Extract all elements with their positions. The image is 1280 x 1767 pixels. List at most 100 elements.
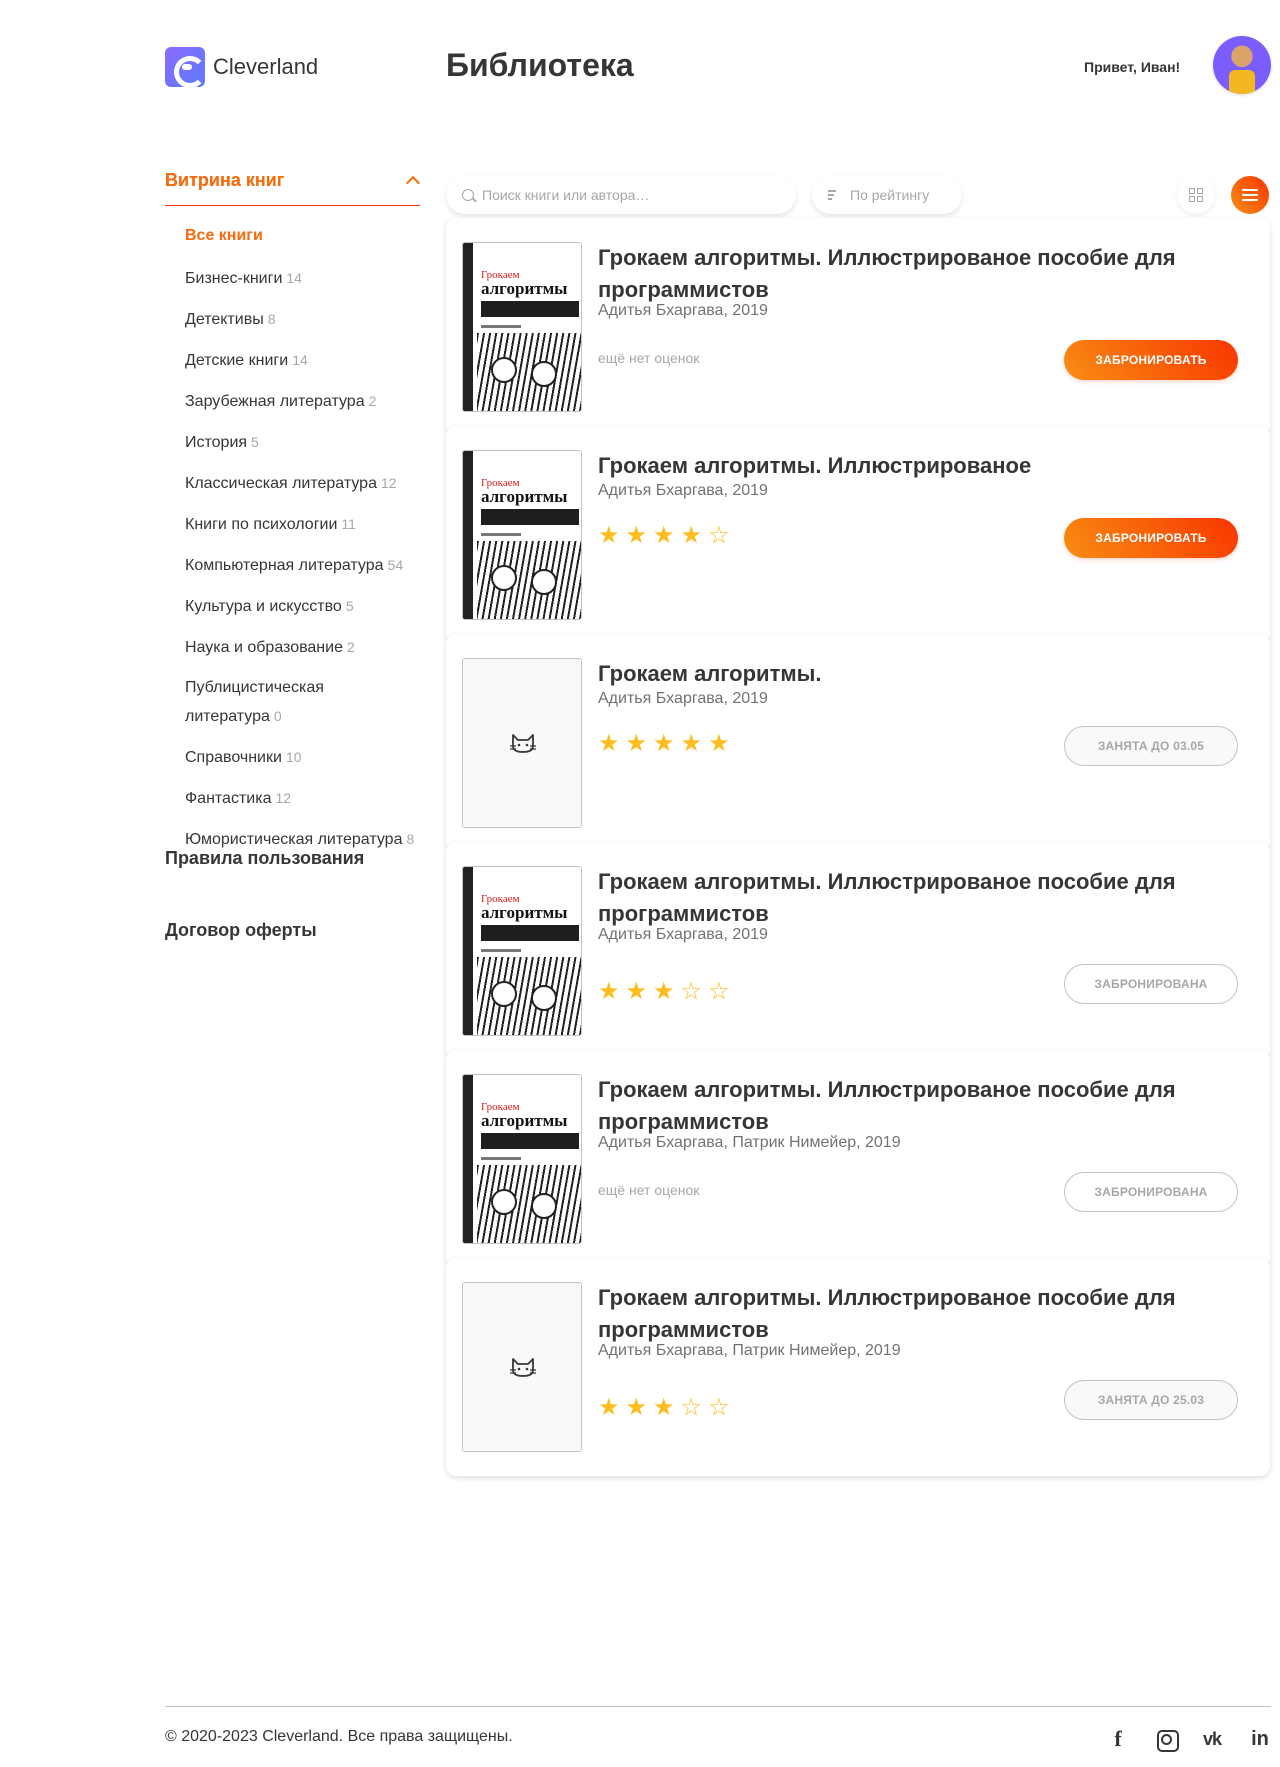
- terms-link[interactable]: Правила пользования: [165, 848, 364, 869]
- grid-view-button[interactable]: [1177, 176, 1215, 214]
- category-item[interactable]: Детективы 8: [185, 305, 420, 334]
- book-button[interactable]: ЗАБРОНИРОВАТЬ: [1064, 340, 1238, 380]
- cover-big-title: алгоритмы: [481, 279, 568, 298]
- busy-until-button[interactable]: ЗАНЯТА ДО 03.05: [1064, 726, 1238, 766]
- category-label: Юмористическая литература: [185, 831, 403, 848]
- category-item[interactable]: Компьютерная литература 54: [185, 551, 420, 580]
- category-label: Детективы: [185, 311, 264, 328]
- footer-divider: [165, 1706, 1271, 1707]
- book-cover-image: Грокаем алгоритмы: [462, 242, 582, 412]
- list-icon: [1242, 189, 1258, 201]
- star-filled-icon: ★: [680, 522, 703, 549]
- logo[interactable]: Cleverland: [165, 47, 319, 88]
- rating-stars: ★ ★ ★ ★ ☆: [598, 524, 730, 548]
- star-filled-icon: ★: [598, 978, 620, 1005]
- sort-button[interactable]: По рейтингу: [812, 176, 962, 214]
- category-count: 5: [251, 434, 259, 450]
- star-empty-icon: ☆: [708, 522, 730, 549]
- book-title[interactable]: Грокаем алгоритмы. Иллюстрированое пособ…: [598, 1074, 1238, 1138]
- book-card[interactable]: Грокаем алгоритмы. Иллюстрированое пособ…: [446, 1258, 1270, 1476]
- cat-icon: [510, 734, 536, 753]
- book-title[interactable]: Грокаем алгоритмы. Иллюстрированое пособ…: [598, 1282, 1238, 1346]
- category-label: История: [185, 434, 248, 451]
- rating-stars: ★ ★ ★ ☆ ☆: [598, 980, 730, 1004]
- book-button[interactable]: ЗАБРОНИРОВАТЬ: [1064, 518, 1238, 558]
- book-author: Адитья Бхаргава, Патрик Нимейер, 2019: [598, 1342, 901, 1359]
- offer-link[interactable]: Договор оферты: [165, 920, 317, 941]
- category-item[interactable]: Книги по психологии 11: [185, 510, 420, 539]
- book-title[interactable]: Грокаем алгоритмы. Иллюстрированое пособ…: [598, 242, 1238, 306]
- book-cover-image: Грокаем алгоритмы: [462, 1074, 582, 1244]
- category-count: 8: [406, 831, 415, 847]
- book-card[interactable]: Грокаем алгоритмы. Адитья Бхаргава, 2019 ★…: [446, 634, 1270, 852]
- category-item[interactable]: Фантастика 12: [185, 784, 420, 813]
- star-empty-icon: ☆: [708, 978, 730, 1005]
- star-empty-icon: ☆: [680, 978, 703, 1005]
- category-count: 54: [387, 557, 404, 573]
- category-item[interactable]: Детские книги 14: [185, 346, 420, 375]
- star-filled-icon: ★: [598, 522, 620, 549]
- book-title[interactable]: Грокаем алгоритмы.: [598, 658, 1238, 690]
- star-filled-icon: ★: [680, 730, 703, 757]
- search-box[interactable]: [446, 176, 796, 214]
- category-count: 12: [275, 790, 292, 806]
- book-card[interactable]: Грокаем алгоритмы Грокаем алгоритмы. Иллюс…: [446, 1050, 1270, 1268]
- category-item[interactable]: Справочники 10: [185, 743, 420, 772]
- category-count: 10: [285, 749, 302, 765]
- book-cover-placeholder: [462, 1282, 582, 1452]
- grid-icon: [1189, 188, 1203, 202]
- category-item[interactable]: Культура и искусство 5: [185, 592, 420, 621]
- instagram-icon[interactable]: [1154, 1727, 1179, 1752]
- category-label: Культура и искусство: [185, 598, 342, 615]
- book-author: Адитья Бхаргава, Патрик Нимейер, 2019: [598, 1134, 901, 1151]
- rating-stars: ★ ★ ★ ★ ★: [598, 732, 730, 756]
- category-item[interactable]: Зарубежная литература 2: [185, 387, 420, 416]
- book-card[interactable]: Грокаем алгоритмы Грокаем алгоритмы. Иллюс…: [446, 426, 1270, 644]
- category-label: Компьютерная литература: [185, 557, 384, 574]
- category-label: Фантастика: [185, 790, 272, 807]
- no-rating-text: ещё нет оценок: [598, 350, 700, 366]
- sort-label: По рейтингу: [850, 187, 930, 203]
- category-count: 0: [273, 708, 282, 724]
- book-cover-image: Грокаем алгоритмы: [462, 450, 582, 620]
- category-count: 5: [345, 598, 354, 614]
- book-title[interactable]: Грокаем алгоритмы. Иллюстрированое пособ…: [598, 866, 1238, 930]
- booked-button[interactable]: ЗАБРОНИРОВАНА: [1064, 1172, 1238, 1212]
- user-greeting: Привет, Иван!: [1084, 59, 1181, 75]
- category-item[interactable]: Все книги: [185, 222, 420, 250]
- search-input[interactable]: [482, 187, 762, 203]
- avatar[interactable]: [1213, 36, 1271, 94]
- category-item[interactable]: Публицистическая литература 0: [185, 674, 420, 731]
- category-count: 2: [368, 393, 377, 409]
- category-label: Детские книги: [185, 352, 289, 369]
- category-item[interactable]: Бизнес-книги 14: [185, 264, 420, 293]
- linkedin-icon[interactable]: in: [1248, 1727, 1272, 1751]
- no-rating-text: ещё нет оценок: [598, 1182, 700, 1198]
- category-label: Публицистическая литература: [185, 679, 324, 725]
- category-label: Бизнес-книги: [185, 270, 283, 287]
- category-item[interactable]: Наука и образование 2: [185, 633, 420, 662]
- rating-stars: ★ ★ ★ ☆ ☆: [598, 1396, 730, 1420]
- book-title[interactable]: Грокаем алгоритмы. Иллюстрированое: [598, 450, 1238, 482]
- showcase-toggle[interactable]: Витрина книг: [165, 170, 420, 206]
- search-icon: [462, 189, 474, 201]
- sort-icon: [828, 190, 840, 200]
- list-view-button[interactable]: [1231, 176, 1269, 214]
- booked-button[interactable]: ЗАБРОНИРОВАНА: [1064, 964, 1238, 1004]
- star-empty-icon: ☆: [680, 1394, 703, 1421]
- category-count: 8: [267, 311, 276, 327]
- book-card[interactable]: Грокаем алгоритмы Грокаем алгоритмы. Иллюс…: [446, 842, 1270, 1060]
- showcase-title: Витрина книг: [165, 170, 285, 190]
- cover-big-title: алгоритмы: [481, 487, 568, 506]
- book-card[interactable]: Грокаем алгоритмы Грокаем алгоритмы. Иллюс…: [446, 218, 1270, 436]
- book-author: Адитья Бхаргава, 2019: [598, 302, 768, 319]
- star-filled-icon: ★: [625, 1394, 648, 1421]
- category-item[interactable]: Классическая литература 12: [185, 469, 420, 498]
- page-title: Библиотека: [446, 47, 634, 83]
- vk-icon[interactable]: vk: [1200, 1727, 1224, 1751]
- logo-text: Cleverland: [213, 54, 319, 79]
- facebook-icon[interactable]: f: [1106, 1726, 1130, 1751]
- category-item[interactable]: История 5: [185, 428, 420, 457]
- busy-until-button[interactable]: ЗАНЯТА ДО 25.03: [1064, 1380, 1238, 1420]
- category-list: Все книги Бизнес-книги 14 Детективы 8 Детские…: [165, 222, 420, 854]
